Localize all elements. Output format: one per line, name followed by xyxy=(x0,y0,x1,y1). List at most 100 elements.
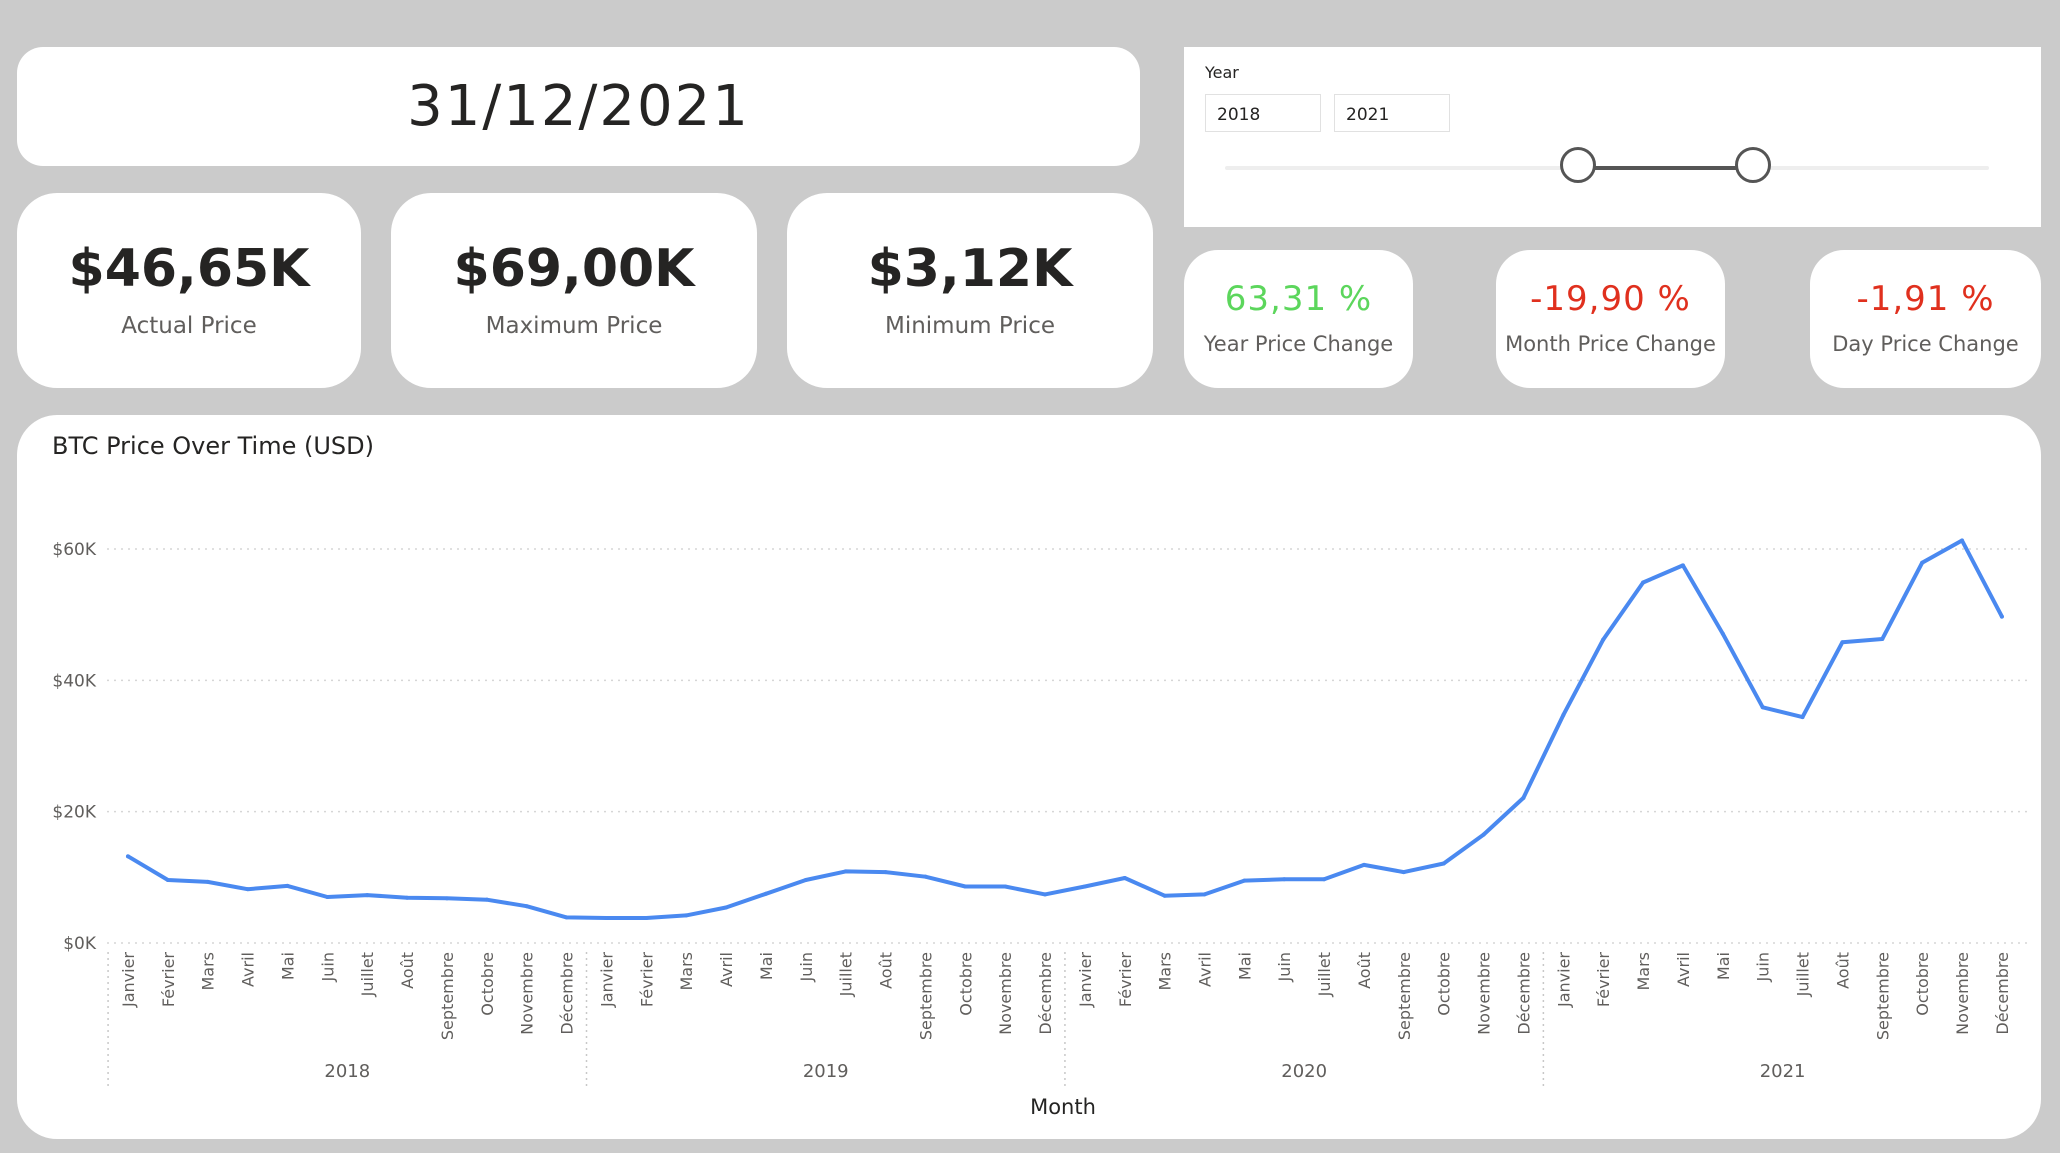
slider-start-handle[interactable] xyxy=(1560,147,1596,183)
month-tick-label: Janvier xyxy=(119,952,138,1008)
date-card: 31/12/2021 xyxy=(17,47,1140,166)
data-point xyxy=(1082,884,1087,889)
month-tick-label: Juillet xyxy=(837,952,856,997)
data-point xyxy=(484,897,489,902)
month-tick-label: Décembre xyxy=(1514,952,1533,1035)
month-tick-label: Juin xyxy=(797,952,816,982)
slider-end-handle[interactable] xyxy=(1735,147,1771,183)
month-tick-label: Avril xyxy=(1674,952,1693,987)
month-tick-label: Octobre xyxy=(1913,952,1932,1016)
month-tick-label: Avril xyxy=(239,952,258,987)
month-tick-label: Avril xyxy=(1195,952,1214,987)
month-tick-label: Janvier xyxy=(1076,952,1095,1008)
data-point xyxy=(1720,631,1725,636)
month-tick-label: Février xyxy=(1594,952,1613,1008)
month-tick-label: Novembre xyxy=(1475,952,1494,1035)
data-point xyxy=(1322,877,1327,882)
data-point xyxy=(724,905,729,910)
month-tick-label: Janvier xyxy=(597,952,616,1008)
year-change-value: 63,31 % xyxy=(1224,279,1373,319)
data-point xyxy=(1481,832,1486,837)
month-tick-label: Septembre xyxy=(1395,952,1414,1040)
year-tick-label: 2018 xyxy=(324,1061,370,1082)
month-tick-label: Juillet xyxy=(358,952,377,997)
month-tick-label: Décembre xyxy=(558,952,577,1035)
data-point xyxy=(963,884,968,889)
data-point xyxy=(803,877,808,882)
data-point xyxy=(604,916,609,921)
year-tick-label: 2021 xyxy=(1760,1061,1806,1082)
day-change-label: Day Price Change xyxy=(1832,332,2019,356)
month-tick-label: Mars xyxy=(1634,952,1653,991)
month-tick-label: Juillet xyxy=(1794,952,1813,997)
month-change-card: -19,90 % Month Price Change xyxy=(1496,250,1725,388)
month-tick-label: Décembre xyxy=(1993,952,2012,1035)
actual-price-value: $46,65K xyxy=(68,238,310,299)
year-tick-label: 2020 xyxy=(1281,1061,1327,1082)
month-change-value: -19,90 % xyxy=(1530,279,1691,319)
data-point xyxy=(444,896,449,901)
month-tick-label: Août xyxy=(398,952,417,989)
data-point xyxy=(1361,862,1366,867)
month-tick-label: Juin xyxy=(1754,952,1773,982)
y-tick-label: $60K xyxy=(52,540,96,560)
data-point xyxy=(1202,892,1207,897)
data-point xyxy=(843,869,848,874)
month-tick-label: Mars xyxy=(1156,952,1175,991)
minimum-price-value: $3,12K xyxy=(867,238,1073,299)
data-point xyxy=(405,895,410,900)
month-tick-label: Avril xyxy=(717,952,736,987)
month-tick-label: Février xyxy=(637,952,656,1008)
slider-range xyxy=(1580,166,1755,170)
month-tick-label: Septembre xyxy=(916,952,935,1040)
data-point xyxy=(1920,560,1925,565)
data-point xyxy=(923,874,928,879)
maximum-price-label: Maximum Price xyxy=(485,312,663,339)
month-tick-label: Octobre xyxy=(956,952,975,1016)
data-point xyxy=(1441,861,1446,866)
actual-price-label: Actual Price xyxy=(121,312,257,339)
data-point xyxy=(763,891,768,896)
data-point xyxy=(245,887,250,892)
data-point xyxy=(684,913,689,918)
month-tick-label: Septembre xyxy=(1873,952,1892,1040)
day-change-card: -1,91 % Day Price Change xyxy=(1810,250,2041,388)
y-tick-label: $20K xyxy=(52,803,96,823)
data-point xyxy=(1999,614,2004,619)
year-to-input[interactable]: 2021 xyxy=(1334,94,1450,132)
data-point xyxy=(1800,715,1805,720)
month-tick-label: Mai xyxy=(1235,952,1254,980)
minimum-price-card: $3,12K Minimum Price xyxy=(787,193,1153,388)
chart-plot: $0K $20K $40K $60K Janvier Février Mars Avril Ma… xyxy=(52,538,2027,1119)
data-point xyxy=(1561,713,1566,718)
month-tick-label: Septembre xyxy=(438,952,457,1040)
month-tick-label: Mai xyxy=(757,952,776,980)
year-from-input[interactable]: 2018 xyxy=(1205,94,1321,132)
month-tick-label: Février xyxy=(1116,952,1135,1008)
data-point xyxy=(1282,877,1287,882)
data-point xyxy=(1162,893,1167,898)
year-slicer[interactable]: Year 2018 2021 xyxy=(1184,47,2041,227)
month-tick-label: Juillet xyxy=(1315,952,1334,997)
month-tick-label: Août xyxy=(877,952,896,989)
data-point xyxy=(1521,795,1526,800)
price-line xyxy=(126,538,2004,920)
data-point xyxy=(1760,705,1765,710)
month-tick-label: Mai xyxy=(278,952,297,980)
month-tick-label: Février xyxy=(159,952,178,1008)
year-tick-label: 2019 xyxy=(803,1061,849,1082)
year-change-card: 63,31 % Year Price Change xyxy=(1184,250,1413,388)
data-point xyxy=(165,877,170,882)
data-point xyxy=(1003,884,1008,889)
month-tick-label: Mars xyxy=(199,952,218,991)
month-change-label: Month Price Change xyxy=(1505,332,1716,356)
y-tick-label: $40K xyxy=(52,671,96,691)
data-point xyxy=(1840,640,1845,645)
data-point xyxy=(325,895,330,900)
month-tick-label: Août xyxy=(1355,952,1374,989)
y-tick-label: $0K xyxy=(63,934,97,954)
month-tick-label: Décembre xyxy=(1036,952,1055,1035)
data-point xyxy=(1880,636,1885,641)
year-change-label: Year Price Change xyxy=(1203,332,1394,356)
month-tick-label: Novembre xyxy=(996,952,1015,1035)
